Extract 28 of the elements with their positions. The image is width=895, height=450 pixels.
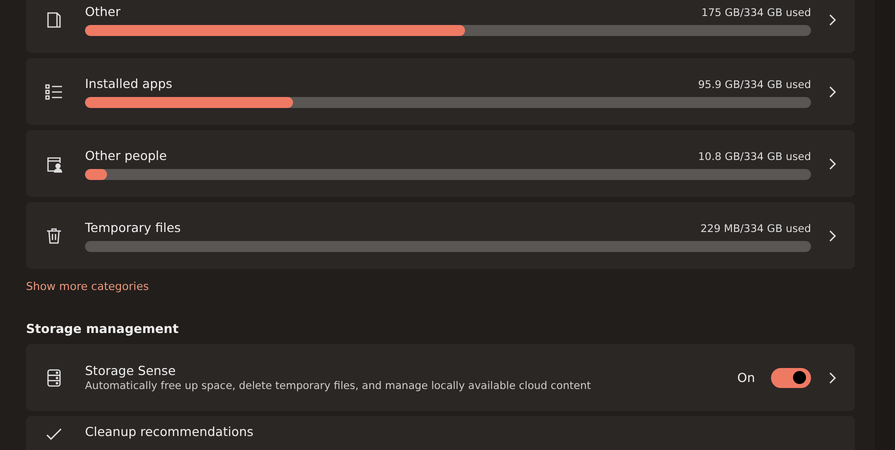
- toggle-label: On: [737, 370, 755, 385]
- usage-text: 229 MB/334 GB used: [700, 222, 811, 234]
- show-more-link[interactable]: Show more categories: [26, 280, 149, 293]
- chevron-icon: [827, 156, 837, 170]
- setting-title: Storage Sense: [85, 363, 177, 378]
- chevron-icon: [827, 228, 837, 242]
- usage-text: 95.9 GB/334 GB used: [698, 78, 811, 90]
- trash-icon: [44, 226, 64, 246]
- setting-card[interactable]: Storage Sense Automatically free up space, delete temporary files, and manage locally available cloud content On: [26, 344, 855, 411]
- category-label: Installed apps: [85, 76, 172, 90]
- category-card[interactable]: Installed apps 95.9 GB/334 GB used: [26, 58, 855, 125]
- category-card[interactable]: Other people 10.8 GB/334 GB used: [26, 130, 855, 197]
- category-label: Other: [85, 4, 120, 18]
- category-card[interactable]: Temporary files 229 MB/334 GB used: [26, 202, 855, 269]
- chevron-icon: [827, 12, 837, 26]
- section-heading: Storage management: [26, 321, 179, 336]
- category-label: Temporary files: [85, 220, 181, 234]
- usage-text: 175 GB/334 GB used: [701, 6, 811, 18]
- chevron-icon: [827, 370, 837, 384]
- category-card[interactable]: Other 175 GB/334 GB used: [26, 0, 855, 53]
- setting-title: Cleanup recommendations: [85, 424, 254, 439]
- setting-description: Automatically free up space, delete temporary files, and manage locally available cloud content: [85, 380, 592, 392]
- setting-card[interactable]: Cleanup recommendations: [26, 416, 855, 450]
- usage-text: 10.8 GB/334 GB used: [698, 150, 811, 162]
- list-icon: [44, 82, 64, 102]
- category-label: Other people: [85, 148, 167, 162]
- chevron-icon: [827, 84, 837, 98]
- toggle-switch[interactable]: [771, 368, 811, 388]
